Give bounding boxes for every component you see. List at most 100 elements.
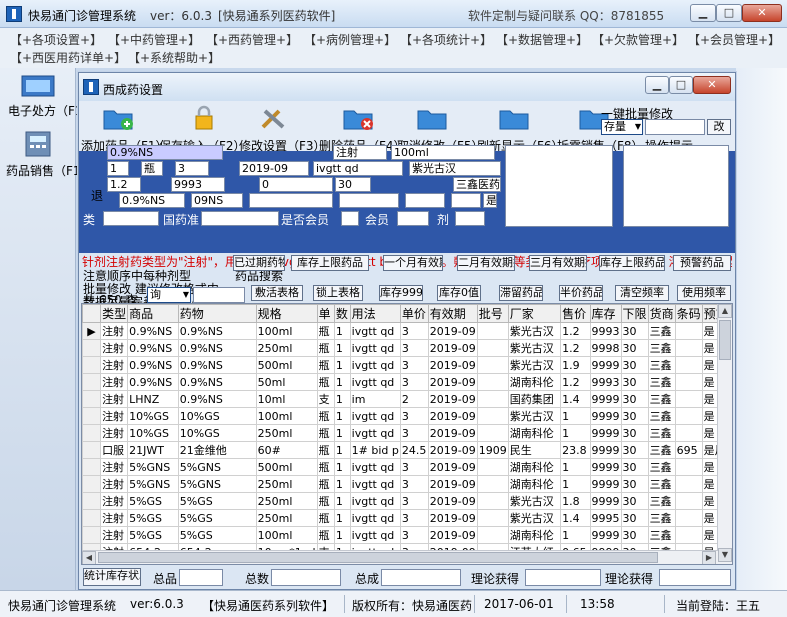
horizontal-scroll-thumb[interactable] (98, 552, 658, 563)
table-cell[interactable]: 1 (560, 458, 591, 476)
drug-barcode-field[interactable] (249, 193, 333, 208)
table-cell[interactable] (476, 526, 509, 544)
grid-column-header[interactable]: 库存 (589, 304, 622, 323)
upper-stock-button[interactable]: 库存上限药品 (291, 255, 369, 271)
table-cell[interactable]: ivgtt qd (349, 373, 401, 391)
drug-note-field[interactable] (339, 193, 399, 208)
table-cell[interactable]: 三鑫 (647, 424, 676, 442)
row-header[interactable] (82, 441, 102, 459)
table-cell[interactable]: 30 (620, 458, 649, 476)
table-cell[interactable]: 注射 (100, 424, 129, 442)
table-cell[interactable] (674, 390, 703, 408)
table-cell[interactable]: 5%GS (177, 526, 257, 544)
grid-column-header[interactable]: 类型 (100, 304, 129, 323)
table-cell[interactable]: 1 (333, 458, 351, 476)
table-cell[interactable]: 2019-09 (427, 526, 478, 544)
table-cell[interactable]: 5%GS (127, 526, 179, 544)
unlock-grid-button[interactable]: 敷活表格 (251, 285, 303, 301)
table-cell[interactable]: 支 (316, 390, 335, 408)
table-cell[interactable]: 口服 (100, 441, 129, 459)
table-cell[interactable]: 250ml (255, 424, 318, 442)
table-cell[interactable]: 紫光古汉 (507, 492, 562, 510)
table-cell[interactable]: 1 (333, 475, 351, 493)
table-cell[interactable]: 瓶 (316, 373, 335, 391)
dialog-close-button[interactable]: ✕ (693, 76, 731, 94)
prescription-icon[interactable] (20, 72, 56, 100)
table-cell[interactable]: 9998 (589, 339, 622, 357)
grid-column-header[interactable]: 数 (333, 304, 351, 323)
table-cell[interactable]: 30 (620, 475, 649, 493)
table-cell[interactable]: 注射 (100, 322, 129, 340)
table-cell[interactable]: 湖南科伦 (507, 424, 562, 442)
table-cell[interactable]: 23.8 (560, 441, 591, 459)
drug-code-field[interactable]: 09NS (191, 193, 243, 208)
table-cell[interactable]: 3 (399, 322, 429, 340)
table-cell[interactable] (674, 424, 703, 442)
table-cell[interactable]: 9993 (589, 373, 622, 391)
table-cell[interactable] (476, 509, 509, 527)
table-cell[interactable]: 250ml (255, 475, 318, 493)
table-row[interactable]: 注射 5%GS 5%GS 250ml 瓶 1 ivgtt qd 3 2019-09 紫光古汉 1.8… (82, 492, 732, 510)
table-cell[interactable]: 1 (333, 492, 351, 510)
table-row[interactable]: 注射 5%GS 5%GS 100ml 瓶 1 ivgtt qd 3 2019-09 湖南科伦 1 99… (82, 526, 732, 544)
table-cell[interactable]: 24.5 (399, 441, 429, 459)
table-cell[interactable]: 1.4 (560, 509, 591, 527)
table-cell[interactable]: im (349, 390, 401, 408)
drug-extra-field[interactable] (405, 193, 445, 208)
grid-column-header[interactable]: 售价 (560, 304, 591, 323)
search-input[interactable] (193, 287, 245, 303)
row-header[interactable] (82, 458, 102, 476)
drug-pinyin-field[interactable]: 0.9%NS (119, 193, 185, 208)
table-cell[interactable]: 1 (333, 356, 351, 374)
table-cell[interactable]: ivgtt qd (349, 492, 401, 510)
drug-stock-field[interactable]: 9993 (171, 177, 225, 192)
drug-expiry-field[interactable]: 2019-09 (239, 161, 309, 176)
table-cell[interactable]: 9993 (589, 322, 622, 340)
lock-icon[interactable] (187, 105, 221, 131)
table-cell[interactable]: 100ml (255, 526, 318, 544)
expiry-3month-button[interactable]: 三月有效期报警 (529, 255, 587, 271)
table-cell[interactable]: 3 (399, 339, 429, 357)
table-cell[interactable] (674, 373, 703, 391)
table-cell[interactable]: 2 (399, 390, 429, 408)
table-cell[interactable]: 0.9%NS (177, 390, 257, 408)
stock-zero-button[interactable]: 库存0值 (437, 285, 481, 301)
table-cell[interactable]: 1 (333, 373, 351, 391)
table-cell[interactable]: ivgtt qd (349, 339, 401, 357)
grid-column-header[interactable]: 批号 (476, 304, 509, 323)
grid-column-header[interactable]: 单价 (399, 304, 429, 323)
grid-column-header[interactable]: 单 (316, 304, 335, 323)
drug-maker-field[interactable]: 紫光古汉 (409, 161, 501, 176)
table-cell[interactable]: 1909 (476, 441, 509, 459)
table-cell[interactable]: 瓶 (316, 458, 335, 476)
menu-data[interactable]: 【+数据管理+】 (496, 31, 588, 48)
scroll-right-arrow-icon[interactable]: ▶ (702, 551, 716, 564)
expiry-2month-button[interactable]: 二月有效期报警 (457, 255, 515, 271)
table-cell[interactable] (476, 373, 509, 391)
table-cell[interactable]: 2019-09 (427, 339, 478, 357)
drug-flag-field[interactable]: 是 (483, 193, 497, 208)
cash-register-icon[interactable] (20, 130, 56, 158)
table-cell[interactable]: 湖南科伦 (507, 526, 562, 544)
table-cell[interactable]: 三鑫 (647, 339, 676, 357)
table-cell[interactable]: 9999 (589, 441, 622, 459)
table-cell[interactable]: 9999 (589, 407, 622, 425)
table-cell[interactable]: 3 (399, 492, 429, 510)
batch-edit-input[interactable] (645, 119, 705, 135)
table-cell[interactable]: 湖南科伦 (507, 475, 562, 493)
table-cell[interactable]: 0.9%NS (177, 373, 257, 391)
table-cell[interactable]: 1 (560, 526, 591, 544)
scroll-left-arrow-icon[interactable]: ◀ (82, 551, 96, 564)
table-cell[interactable]: 瓶 (316, 509, 335, 527)
row-header[interactable] (82, 492, 102, 510)
table-cell[interactable]: 3 (399, 475, 429, 493)
grid-column-header[interactable]: 货商 (647, 304, 676, 323)
expired-drugs-button[interactable]: 已过期药物 (233, 255, 285, 271)
table-cell[interactable]: ivgtt qd (349, 424, 401, 442)
table-cell[interactable]: 三鑫 (647, 441, 676, 459)
drug-type-field[interactable]: 注射 (333, 145, 387, 160)
clear-frequency-button[interactable]: 清空频率 (615, 285, 669, 301)
table-cell[interactable]: 瓶 (316, 424, 335, 442)
table-cell[interactable]: ivgtt qd (349, 322, 401, 340)
table-cell[interactable]: 9999 (589, 458, 622, 476)
